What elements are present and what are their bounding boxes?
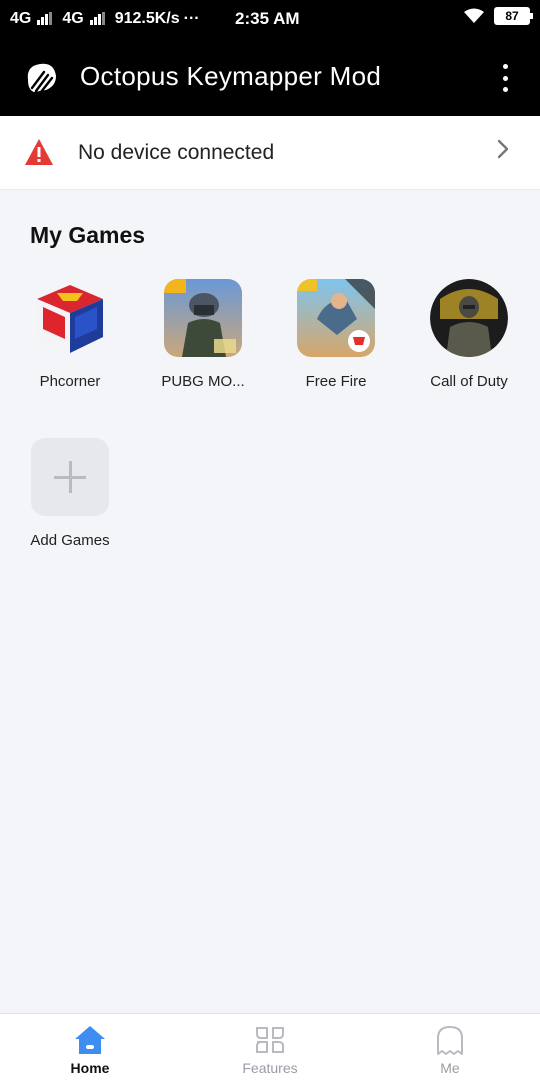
nav-label-me: Me — [440, 1060, 460, 1076]
wifi-icon — [464, 8, 484, 23]
more-vert-icon[interactable] — [500, 64, 510, 92]
signal-icon-2 — [89, 12, 105, 25]
game-label: Phcorner — [39, 373, 101, 390]
pubg-icon — [164, 279, 242, 357]
device-connection-row[interactable]: No device connected — [0, 116, 540, 190]
bottom-nav: Home Features Me — [0, 1013, 540, 1080]
octopus-logo-icon — [27, 63, 56, 94]
battery-icon: 87 — [494, 7, 533, 25]
nav-item-features[interactable]: Features — [210, 1014, 330, 1080]
features-grid-icon — [256, 1027, 284, 1053]
game-label: Call of Duty — [430, 373, 508, 390]
game-item-call-of-duty[interactable]: Call of Duty — [409, 279, 529, 390]
warning-icon — [25, 139, 53, 165]
game-label: PUBG MO... — [161, 373, 245, 390]
status-right: 87 — [462, 7, 533, 25]
nav-label-home: Home — [70, 1060, 110, 1076]
app-bar: Octopus Keymapper Mod — [0, 38, 540, 116]
my-games-title: My Games — [30, 222, 146, 248]
game-label: Free Fire — [305, 373, 367, 390]
network-type-2: 4G — [62, 10, 84, 27]
status-time: 2:35 AM — [235, 9, 300, 28]
chevron-right-icon — [497, 139, 509, 159]
status-bar: 4G 4G 912.5K/s ··· 2:35 AM 87 — [0, 0, 540, 38]
call-of-duty-icon — [430, 279, 508, 357]
more-notifications: ··· — [183, 10, 200, 27]
network-speed: 912.5K/s — [114, 10, 180, 27]
status-left: 4G 4G 912.5K/s ··· — [10, 10, 200, 28]
signal-icon-1 — [37, 12, 53, 25]
battery-level: 87 — [505, 9, 519, 23]
nav-item-home[interactable]: Home — [30, 1014, 150, 1080]
game-item-pubg[interactable]: PUBG MO... — [143, 279, 263, 390]
game-item-phcorner[interactable]: Phcorner — [10, 279, 130, 390]
device-status-text: No device connected — [78, 141, 275, 164]
network-type-1: 4G — [10, 10, 32, 27]
plus-icon — [31, 438, 109, 516]
free-fire-icon — [297, 279, 375, 357]
nav-item-me[interactable]: Me — [390, 1014, 510, 1080]
ghost-profile-icon — [437, 1026, 463, 1055]
game-item-free-fire[interactable]: Free Fire — [276, 279, 396, 390]
app-title: Octopus Keymapper Mod — [80, 61, 382, 91]
add-games-button[interactable]: Add Games — [10, 438, 130, 549]
home-icon — [75, 1026, 105, 1054]
phcorner-cube-icon — [31, 279, 109, 357]
add-games-label: Add Games — [30, 532, 110, 549]
nav-label-features: Features — [242, 1060, 298, 1076]
